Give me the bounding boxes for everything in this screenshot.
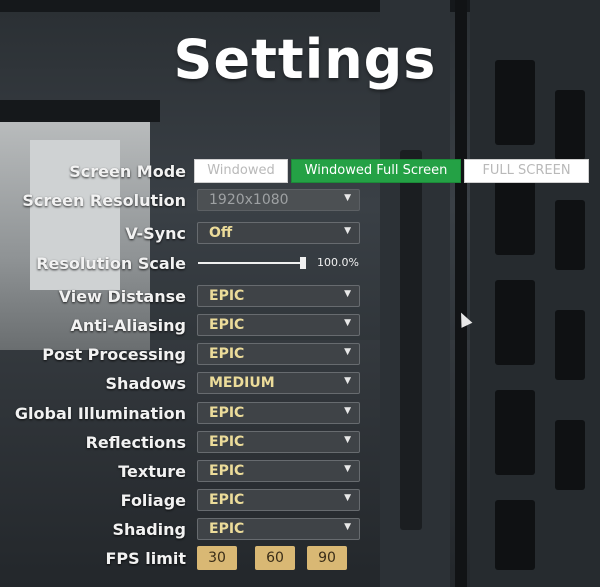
- shadows-label: Shadows: [105, 374, 186, 393]
- screen-resolution-dropdown[interactable]: 1920x1080 ▼: [197, 189, 360, 211]
- texture-value: EPIC: [209, 463, 245, 479]
- screen-mode-windowed-full-screen-button[interactable]: Windowed Full Screen: [291, 159, 461, 183]
- vsync-value: Off: [209, 225, 233, 241]
- view-distance-label: View Distanse: [58, 287, 186, 306]
- caret-down-icon: ▼: [344, 226, 351, 236]
- global-illumination-value: EPIC: [209, 405, 245, 421]
- view-distance-value: EPIC: [209, 288, 245, 304]
- shadows-value: MEDIUM: [209, 375, 275, 391]
- anti-aliasing-value: EPIC: [209, 317, 245, 333]
- caret-down-icon: ▼: [344, 347, 351, 357]
- resolution-scale-label: Resolution Scale: [36, 254, 186, 273]
- fps-60-button[interactable]: 60: [255, 546, 295, 570]
- page-title: Settings: [173, 28, 437, 91]
- foliage-row: Foliage EPIC ▼: [0, 488, 600, 514]
- view-distance-row: View Distanse EPIC ▼: [0, 284, 600, 310]
- shading-row: Shading EPIC ▼: [0, 517, 600, 543]
- caret-down-icon: ▼: [344, 464, 351, 474]
- fps-90-button[interactable]: 90: [307, 546, 347, 570]
- fps-limit-label: FPS limit: [105, 549, 186, 568]
- screen-mode-label: Screen Mode: [69, 162, 186, 181]
- vsync-label: V-Sync: [125, 224, 186, 243]
- caret-down-icon: ▼: [344, 193, 351, 203]
- foliage-value: EPIC: [209, 492, 245, 508]
- screen-mode-windowed-button[interactable]: Windowed: [194, 159, 288, 183]
- anti-aliasing-row: Anti-Aliasing EPIC ▼: [0, 313, 600, 339]
- caret-down-icon: ▼: [344, 522, 351, 532]
- global-illumination-row: Global Illumination EPIC ▼: [0, 401, 600, 427]
- reflections-row: Reflections EPIC ▼: [0, 430, 600, 456]
- post-processing-row: Post Processing EPIC ▼: [0, 342, 600, 368]
- screen-resolution-row: Screen Resolution 1920x1080 ▼: [0, 188, 600, 214]
- texture-label: Texture: [118, 462, 186, 481]
- foliage-dropdown[interactable]: EPIC ▼: [197, 489, 360, 511]
- global-illumination-dropdown[interactable]: EPIC ▼: [197, 402, 360, 424]
- anti-aliasing-dropdown[interactable]: EPIC ▼: [197, 314, 360, 336]
- caret-down-icon: ▼: [344, 406, 351, 416]
- caret-down-icon: ▼: [344, 318, 351, 328]
- vsync-dropdown[interactable]: Off ▼: [197, 222, 360, 244]
- fps-30-button[interactable]: 30: [197, 546, 237, 570]
- fps-limit-row: FPS limit 30 60 90: [0, 546, 600, 572]
- screen-mode-full-screen-button[interactable]: FULL SCREEN: [464, 159, 589, 183]
- view-distance-dropdown[interactable]: EPIC ▼: [197, 285, 360, 307]
- resolution-scale-slider-track[interactable]: [198, 262, 304, 264]
- resolution-scale-slider-handle[interactable]: [300, 257, 306, 269]
- caret-down-icon: ▼: [344, 435, 351, 445]
- resolution-scale-value: 100.0%: [317, 256, 359, 269]
- shading-dropdown[interactable]: EPIC ▼: [197, 518, 360, 540]
- caret-down-icon: ▼: [344, 493, 351, 503]
- vsync-row: V-Sync Off ▼: [0, 221, 600, 247]
- shading-value: EPIC: [209, 521, 245, 537]
- resolution-scale-row: Resolution Scale 100.0%: [0, 251, 600, 277]
- texture-row: Texture EPIC ▼: [0, 459, 600, 485]
- shadows-dropdown[interactable]: MEDIUM ▼: [197, 372, 360, 394]
- reflections-value: EPIC: [209, 434, 245, 450]
- post-processing-dropdown[interactable]: EPIC ▼: [197, 343, 360, 365]
- global-illumination-label: Global Illumination: [14, 404, 186, 423]
- screen-resolution-label: Screen Resolution: [22, 191, 186, 210]
- caret-down-icon: ▼: [344, 376, 351, 386]
- reflections-dropdown[interactable]: EPIC ▼: [197, 431, 360, 453]
- reflections-label: Reflections: [85, 433, 186, 452]
- foliage-label: Foliage: [120, 491, 186, 510]
- post-processing-value: EPIC: [209, 346, 245, 362]
- shadows-row: Shadows MEDIUM ▼: [0, 371, 600, 397]
- anti-aliasing-label: Anti-Aliasing: [70, 316, 186, 335]
- texture-dropdown[interactable]: EPIC ▼: [197, 460, 360, 482]
- post-processing-label: Post Processing: [42, 345, 186, 364]
- shading-label: Shading: [112, 520, 187, 539]
- screen-mode-row: Screen Mode Windowed Windowed Full Scree…: [0, 159, 600, 185]
- screen-resolution-value: 1920x1080: [209, 192, 289, 208]
- caret-down-icon: ▼: [344, 289, 351, 299]
